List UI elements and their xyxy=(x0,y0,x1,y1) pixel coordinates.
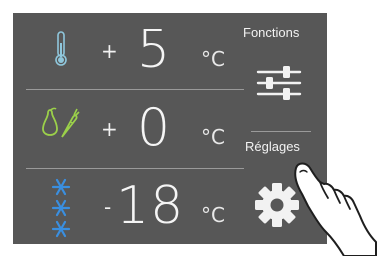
functions-button[interactable]: Fonctions xyxy=(241,21,321,111)
compartment-row-refrigerator[interactable]: + 5 °C xyxy=(26,13,246,89)
thermometer-icon xyxy=(55,31,67,66)
temperature-unit: °C xyxy=(201,125,225,149)
temperature-value: 5 xyxy=(137,20,172,80)
compartment-row-fresh-produce[interactable]: + 0 °C xyxy=(26,91,246,167)
row-divider xyxy=(26,89,244,90)
temperature-value: 18 xyxy=(116,176,185,236)
compartment-row-freezer[interactable]: - 18 °C xyxy=(26,169,246,245)
pointing-hand-icon xyxy=(294,162,377,256)
temperature-value: 0 xyxy=(137,98,172,158)
temperature-unit: °C xyxy=(201,203,225,227)
pear-carrot-icon xyxy=(42,107,80,138)
temperature-sign: - xyxy=(104,195,112,219)
functions-label: Fonctions xyxy=(243,25,300,40)
sidebar-divider xyxy=(251,131,311,132)
temperature-unit: °C xyxy=(201,47,225,71)
snowflakes-icon xyxy=(51,178,71,238)
temperature-sign: + xyxy=(101,39,118,63)
sliders-icon xyxy=(256,66,302,100)
temperature-sign: + xyxy=(101,117,118,141)
